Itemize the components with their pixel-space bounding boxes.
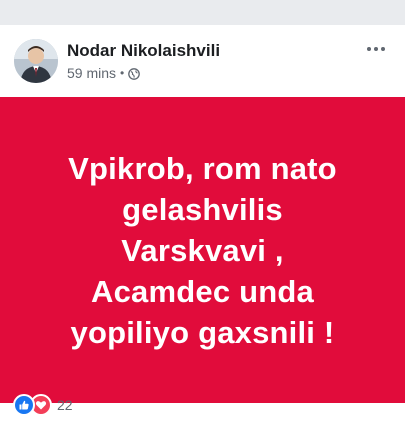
post-meta: 59 mins • [67,65,141,81]
post-text-line: Vpikrob, rom nato [68,150,337,186]
post-text-line: Acamdec unda [91,273,314,309]
more-options-icon[interactable] [362,39,390,59]
like-icon [13,394,35,416]
meta-separator: • [120,66,125,80]
post-header: Nodar Nikolaishvili 59 mins • [0,25,405,95]
post-card: Nodar Nikolaishvili 59 mins • Vpikrob, r… [0,25,405,424]
feed-divider [0,0,405,25]
globe-icon[interactable] [128,67,141,80]
post-text-line: Varskvavi , [121,232,284,268]
post-timestamp[interactable]: 59 mins [67,65,116,81]
author-name[interactable]: Nodar Nikolaishvili [67,41,220,61]
post-text-line: gelashvilis [122,191,283,227]
profile-photo [14,39,58,83]
reactions-summary[interactable]: 22 [13,394,73,416]
reaction-count[interactable]: 22 [57,397,73,413]
post-text-banner: Vpikrob, rom nato gelashvilis Varskvavi … [0,97,405,403]
avatar[interactable] [14,39,58,83]
post-text-line: yopiliyo gaxsnili ! [70,314,335,350]
post-text: Vpikrob, rom nato gelashvilis Varskvavi … [48,148,357,353]
